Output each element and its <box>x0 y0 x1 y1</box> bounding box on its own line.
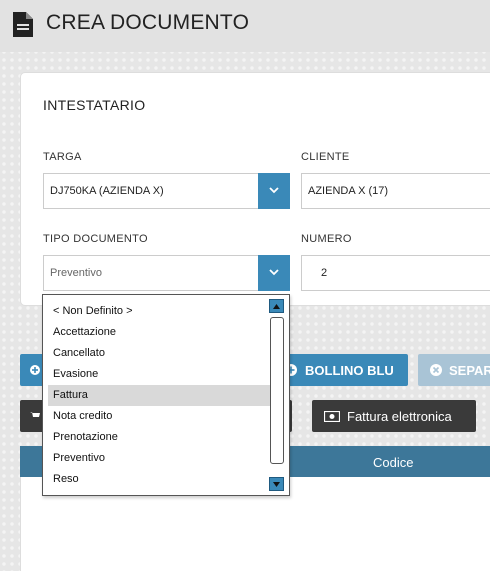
cliente-field[interactable]: AZIENDA X (17) <box>301 173 490 209</box>
dropdown-option[interactable]: Prenotazione <box>48 427 270 448</box>
page-title: CREA DOCUMENTO <box>46 11 250 34</box>
targa-select[interactable]: DJ750KA (AZIENDA X) <box>43 173 290 209</box>
numero-label: NUMERO <box>301 233 352 245</box>
targa-dropdown-button[interactable] <box>258 173 290 209</box>
cliente-value: AZIENDA X (17) <box>308 185 389 197</box>
cart-icon <box>30 412 40 417</box>
page-header: CREA DOCUMENTO <box>0 0 490 52</box>
column-header-codice[interactable]: Codice <box>373 455 413 470</box>
close-circle-icon <box>430 364 442 376</box>
tipo-documento-label: TIPO DOCUMENTO <box>43 233 148 245</box>
numero-value: 2 <box>321 267 328 279</box>
dropdown-option[interactable]: Accettazione <box>48 322 270 343</box>
dropdown-option[interactable]: Preventivo <box>48 448 270 469</box>
fattura-elettronica-label: Fattura elettronica <box>347 409 452 424</box>
plus-button[interactable] <box>20 354 44 386</box>
tipo-documento-dropdown-button[interactable] <box>258 255 290 291</box>
numero-field[interactable]: 2 <box>301 255 490 291</box>
dropdown-option[interactable]: Cancellato <box>48 343 270 364</box>
plus-circle-icon <box>30 365 40 375</box>
targa-label: TARGA <box>43 151 82 163</box>
dropdown-option[interactable]: Nota credito <box>48 406 270 427</box>
dropdown-option-highlighted[interactable]: Fattura <box>48 385 270 406</box>
fattura-elettronica-button[interactable]: Fattura elettronica <box>312 400 476 432</box>
separa-label: SEPAR <box>449 363 490 378</box>
scroll-down-arrow-icon[interactable] <box>269 477 284 491</box>
scroll-up-arrow-icon[interactable] <box>269 299 284 313</box>
bollino-blu-label: BOLLINO BLU <box>305 363 394 378</box>
tipo-documento-value: Preventivo <box>50 267 102 279</box>
chevron-down-icon <box>269 269 279 276</box>
dropdown-option[interactable]: Evasione <box>48 364 270 385</box>
tipo-documento-dropdown-list: < Non Definito > Accettazione Cancellato… <box>42 294 290 496</box>
dropdown-option[interactable]: Reso <box>48 469 270 490</box>
targa-value: DJ750KA (AZIENDA X) <box>50 185 164 197</box>
cart-button[interactable] <box>20 400 44 432</box>
cliente-label: CLIENTE <box>301 151 350 163</box>
chevron-down-icon <box>269 187 279 194</box>
money-icon <box>324 411 340 422</box>
bollino-blu-button[interactable]: BOLLINO BLU <box>270 354 408 386</box>
section-title: INTESTATARIO <box>43 97 146 113</box>
document-icon <box>13 12 33 42</box>
separa-button[interactable]: SEPAR <box>418 354 490 386</box>
intestatario-panel: INTESTATARIO TARGA DJ750KA (AZIENDA X) C… <box>20 72 490 306</box>
dropdown-option[interactable]: < Non Definito > <box>48 301 270 322</box>
dropdown-scrollbar[interactable] <box>269 299 286 493</box>
scrollbar-thumb[interactable] <box>270 317 284 464</box>
tipo-documento-select[interactable]: Preventivo <box>43 255 290 291</box>
